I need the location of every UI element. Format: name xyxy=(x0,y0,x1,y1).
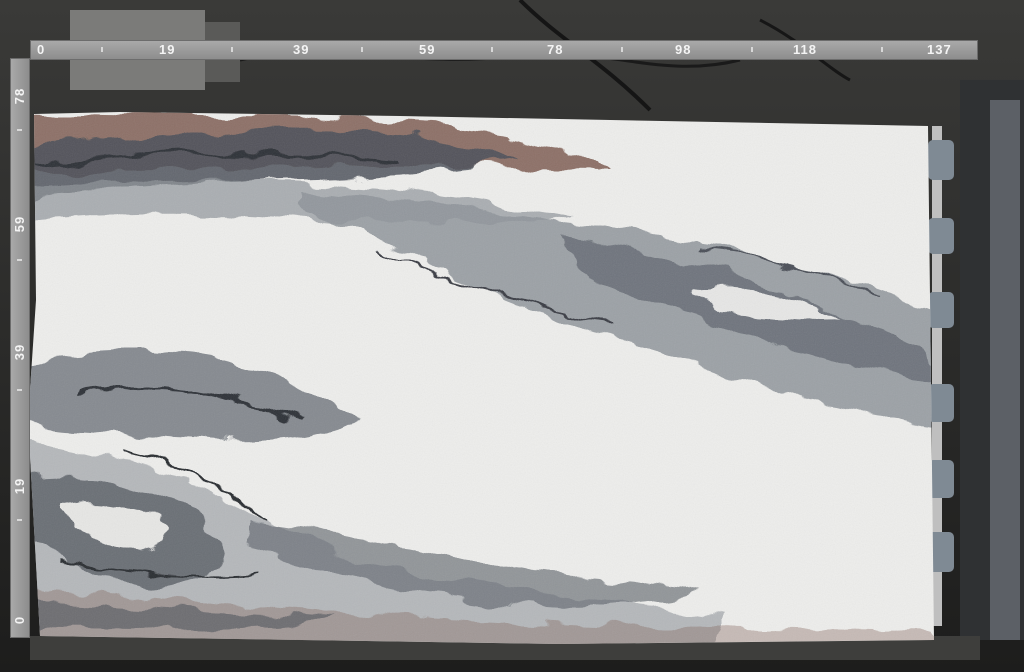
ruler-h-label: 118 xyxy=(793,42,817,57)
ruler-v-label: 59 xyxy=(12,215,27,233)
ruler-v-label: 0 xyxy=(12,615,27,625)
ruler-v-label: 78 xyxy=(12,87,27,105)
ruler-h-label: 78 xyxy=(547,42,564,57)
marble-slab-photo xyxy=(0,0,1024,672)
ruler-horizontal: 0 19 39 59 78 98 118 137 xyxy=(30,40,978,60)
ruler-h-label: 59 xyxy=(419,42,436,57)
ruler-h-label: 98 xyxy=(675,42,692,57)
ruler-h-label: 39 xyxy=(293,42,310,57)
ruler-v-label: 19 xyxy=(12,477,27,495)
ruler-vertical: 78 59 39 19 0 xyxy=(10,58,30,638)
ruler-v-label: 39 xyxy=(12,343,27,361)
ruler-h-label: 137 xyxy=(927,42,952,57)
ruler-h-label: 0 xyxy=(37,42,46,57)
slab-photo-scene: 0 19 39 59 78 98 118 137 78 59 39 19 0 xyxy=(0,0,1024,672)
ruler-h-label: 19 xyxy=(159,42,176,57)
